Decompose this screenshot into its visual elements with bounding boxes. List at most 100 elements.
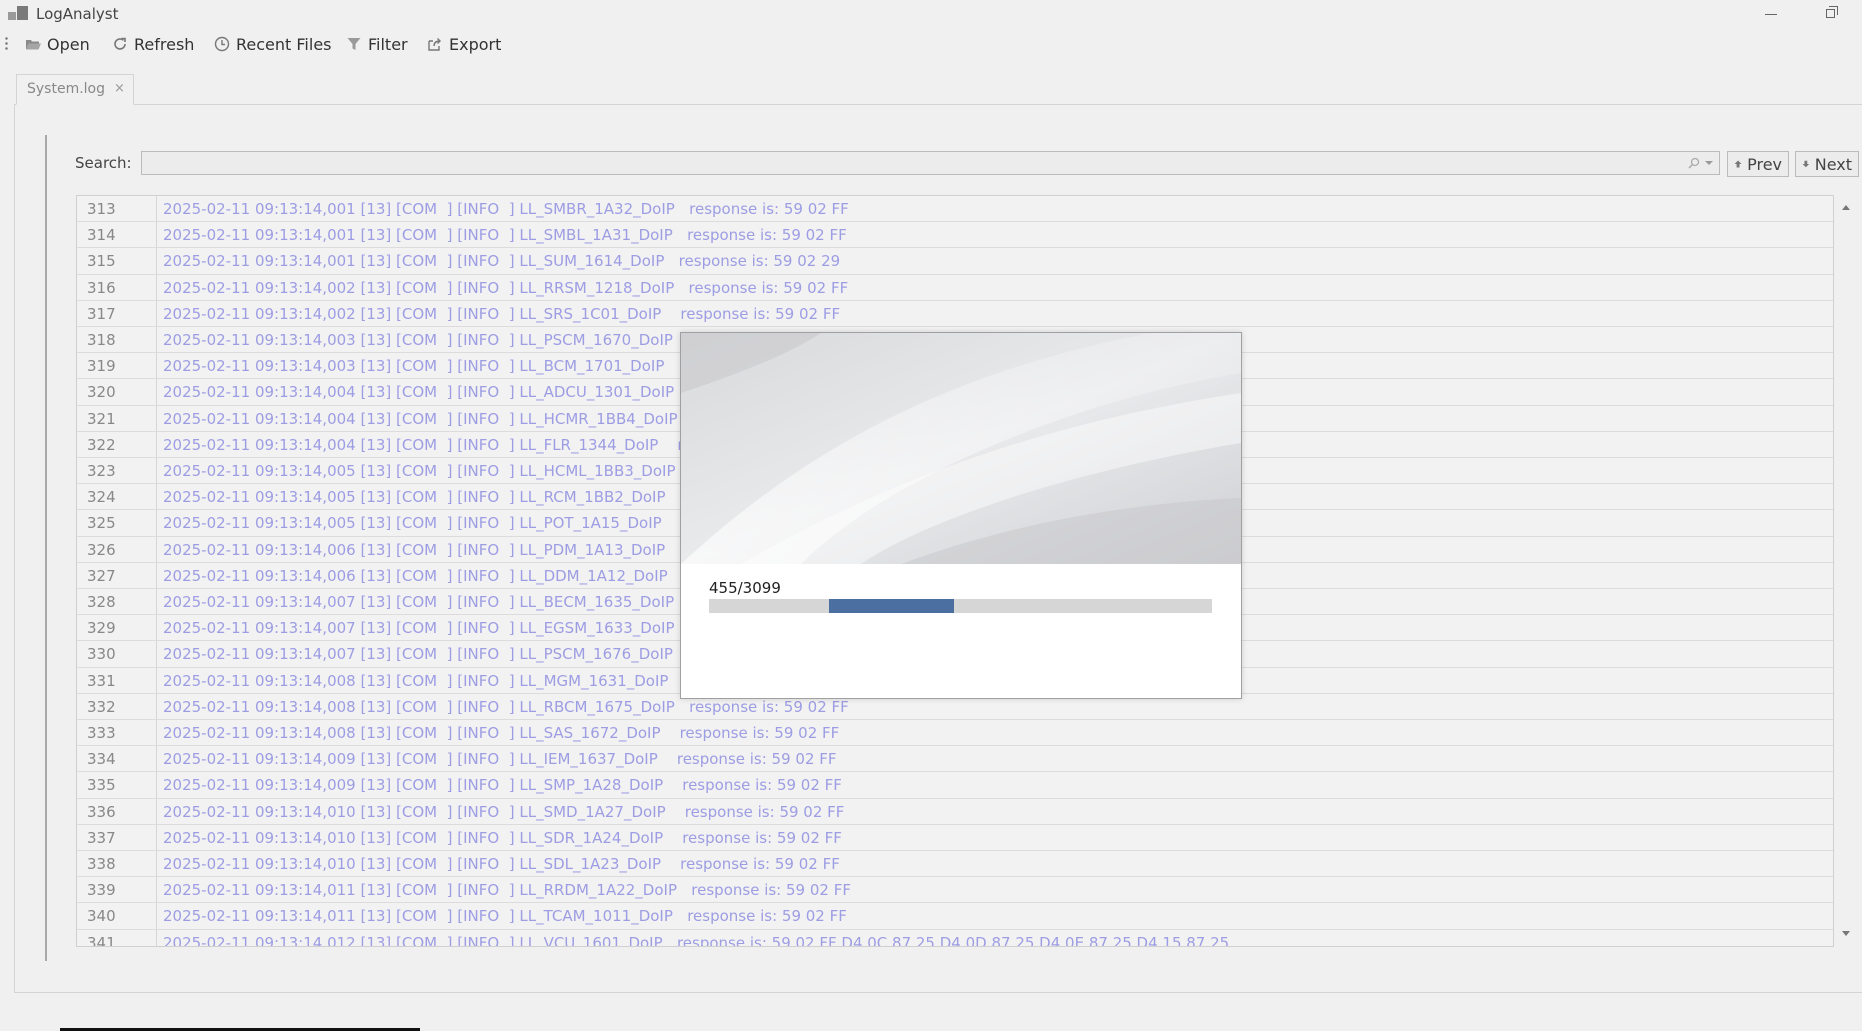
log-row[interactable]: 340 2025-02-11 09:13:14,011 [13] [COM ] […: [77, 903, 1833, 930]
log-line-text: 2025-02-11 09:13:14,008 [13] [COM ] [INF…: [163, 671, 703, 690]
log-row[interactable]: 336 2025-02-11 09:13:14,010 [13] [COM ] […: [77, 798, 1833, 825]
log-row[interactable]: 334 2025-02-11 09:13:14,009 [13] [COM ] […: [77, 746, 1833, 773]
gutter-divider: [156, 510, 157, 536]
log-row[interactable]: 333 2025-02-11 09:13:14,008 [13] [COM ] […: [77, 720, 1833, 747]
minimize-button[interactable]: [1748, 0, 1794, 28]
log-line-number: 330: [87, 645, 116, 664]
gutter-divider: [156, 458, 157, 484]
log-row[interactable]: 339 2025-02-11 09:13:14,011 [13] [COM ] […: [77, 877, 1833, 904]
search-input[interactable]: [142, 152, 1719, 174]
filter-button[interactable]: Filter: [346, 32, 408, 56]
gutter-divider: [156, 589, 157, 615]
log-line-text: 2025-02-11 09:13:14,005 [13] [COM ] [INF…: [163, 488, 708, 507]
log-line-number: 337: [87, 828, 116, 847]
progress-bar: [709, 599, 1212, 613]
log-row[interactable]: 335 2025-02-11 09:13:14,009 [13] [COM ] […: [77, 772, 1833, 799]
recent-files-button[interactable]: Recent Files: [214, 32, 332, 56]
arrow-down-icon: [1802, 160, 1810, 168]
log-line-text: 2025-02-11 09:13:14,002 [13] [COM ] [INF…: [163, 304, 841, 323]
log-row[interactable]: 317 2025-02-11 09:13:14,002 [13] [COM ] […: [77, 300, 1833, 327]
log-line-number: 333: [87, 724, 116, 742]
log-row[interactable]: 314 2025-02-11 09:13:14,001 [13] [COM ] […: [77, 222, 1833, 249]
export-icon: [428, 38, 441, 51]
gutter-divider: [156, 903, 157, 929]
log-line-text: 2025-02-11 09:13:14,007 [13] [COM ] [INF…: [163, 619, 704, 638]
gutter-divider: [156, 431, 157, 457]
refresh-label: Refresh: [134, 34, 195, 54]
gutter-divider: [156, 851, 157, 877]
gutter-divider: [156, 772, 157, 798]
log-line-text: 2025-02-11 09:13:14,009 [13] [COM ] [INF…: [163, 776, 842, 795]
log-line-text: 2025-02-11 09:13:14,001 [13] [COM ] [INF…: [163, 200, 849, 218]
log-line-text: 2025-02-11 09:13:14,010 [13] [COM ] [INF…: [163, 802, 845, 821]
log-line-text: 2025-02-11 09:13:14,006 [13] [COM ] [INF…: [163, 566, 710, 585]
title-bar: LogAnalyst: [0, 0, 1862, 28]
log-row[interactable]: 338 2025-02-11 09:13:14,010 [13] [COM ] […: [77, 851, 1833, 878]
log-row[interactable]: 313 2025-02-11 09:13:14,001 [13] [COM ] […: [77, 196, 1833, 223]
log-line-number: 321: [87, 409, 116, 428]
log-line-text: 2025-02-11 09:13:14,003 [13] [COM ] [INF…: [163, 331, 711, 349]
log-line-text: 2025-02-11 09:13:14,008 [13] [COM ] [INF…: [163, 697, 849, 716]
gutter-divider: [156, 379, 157, 405]
log-line-number: 316: [87, 278, 116, 297]
log-line-text: 2025-02-11 09:13:14,008 [13] [COM ] [INF…: [163, 724, 840, 742]
log-line-number: 331: [87, 671, 116, 690]
restore-button[interactable]: [1808, 0, 1854, 28]
chevron-down-icon: [1842, 930, 1850, 936]
toolbar-grip[interactable]: [5, 36, 8, 50]
recent-files-label: Recent Files: [236, 34, 332, 54]
gutter-divider: [156, 353, 157, 379]
log-line-text: 2025-02-11 09:13:14,004 [13] [COM ] [INF…: [163, 409, 707, 428]
tab-label: System.log: [27, 81, 105, 97]
log-line-text: 2025-02-11 09:13:14,001 [13] [COM ] [INF…: [163, 252, 841, 271]
loading-dialog: 455/3099: [680, 332, 1242, 699]
chevron-down-icon[interactable]: [1705, 161, 1713, 165]
arrow-up-icon: [1734, 160, 1742, 168]
log-line-text: 2025-02-11 09:13:14,010 [13] [COM ] [INF…: [163, 855, 840, 873]
refresh-button[interactable]: Refresh: [112, 32, 194, 56]
funnel-icon: [347, 38, 361, 50]
log-line-text: 2025-02-11 09:13:14,006 [13] [COM ] [INF…: [163, 540, 708, 559]
export-label: Export: [449, 34, 502, 54]
log-line-number: 320: [87, 383, 116, 402]
export-button[interactable]: Export: [427, 32, 501, 56]
log-line-number: 334: [87, 750, 116, 769]
log-line-number: 319: [87, 357, 116, 376]
refresh-icon: [114, 37, 126, 50]
log-row[interactable]: 337 2025-02-11 09:13:14,010 [13] [COM ] […: [77, 824, 1833, 851]
dialog-banner-image: [681, 333, 1241, 564]
log-line-number: 324: [87, 488, 116, 507]
folder-open-icon: [26, 40, 41, 50]
log-line-text: 2025-02-11 09:13:14,005 [13] [COM ] [INF…: [163, 462, 705, 480]
open-button[interactable]: Open: [25, 32, 90, 56]
search-box[interactable]: [141, 151, 1720, 175]
log-line-number: 323: [87, 462, 116, 480]
log-row[interactable]: 341 2025-02-11 09:13:14,012 [13] [COM ] […: [77, 929, 1833, 946]
log-line-number: 338: [87, 855, 116, 873]
gutter-divider: [156, 327, 157, 353]
app-logo-icon: [8, 5, 30, 23]
log-line-number: 340: [87, 907, 116, 926]
tab-system-log[interactable]: System.log ×: [16, 74, 134, 105]
prev-button[interactable]: Prev: [1727, 151, 1789, 177]
next-button[interactable]: Next: [1795, 151, 1859, 177]
log-line-text: 2025-02-11 09:13:14,010 [13] [COM ] [INF…: [163, 828, 842, 847]
gutter-divider: [156, 720, 157, 746]
close-icon[interactable]: ×: [114, 81, 125, 96]
gutter-divider: [156, 562, 157, 588]
gutter-divider: [156, 667, 157, 693]
log-row[interactable]: 315 2025-02-11 09:13:14,001 [13] [COM ] […: [77, 248, 1833, 275]
log-line-number: 314: [87, 226, 116, 245]
gutter-divider: [156, 536, 157, 562]
gutter-divider: [156, 484, 157, 510]
log-row[interactable]: 316 2025-02-11 09:13:14,002 [13] [COM ] […: [77, 274, 1833, 301]
splitter[interactable]: [45, 135, 47, 961]
open-label: Open: [47, 34, 90, 54]
gutter-divider: [156, 798, 157, 824]
search-icon[interactable]: [1687, 156, 1701, 170]
log-line-number: 313: [87, 200, 116, 218]
scroll-up-button[interactable]: [1836, 196, 1856, 218]
scroll-down-button[interactable]: [1836, 922, 1856, 944]
log-line-text: 2025-02-11 09:13:14,009 [13] [COM ] [INF…: [163, 750, 837, 769]
log-line-text: 2025-02-11 09:13:14,004 [13] [COM ] [INF…: [163, 435, 710, 454]
